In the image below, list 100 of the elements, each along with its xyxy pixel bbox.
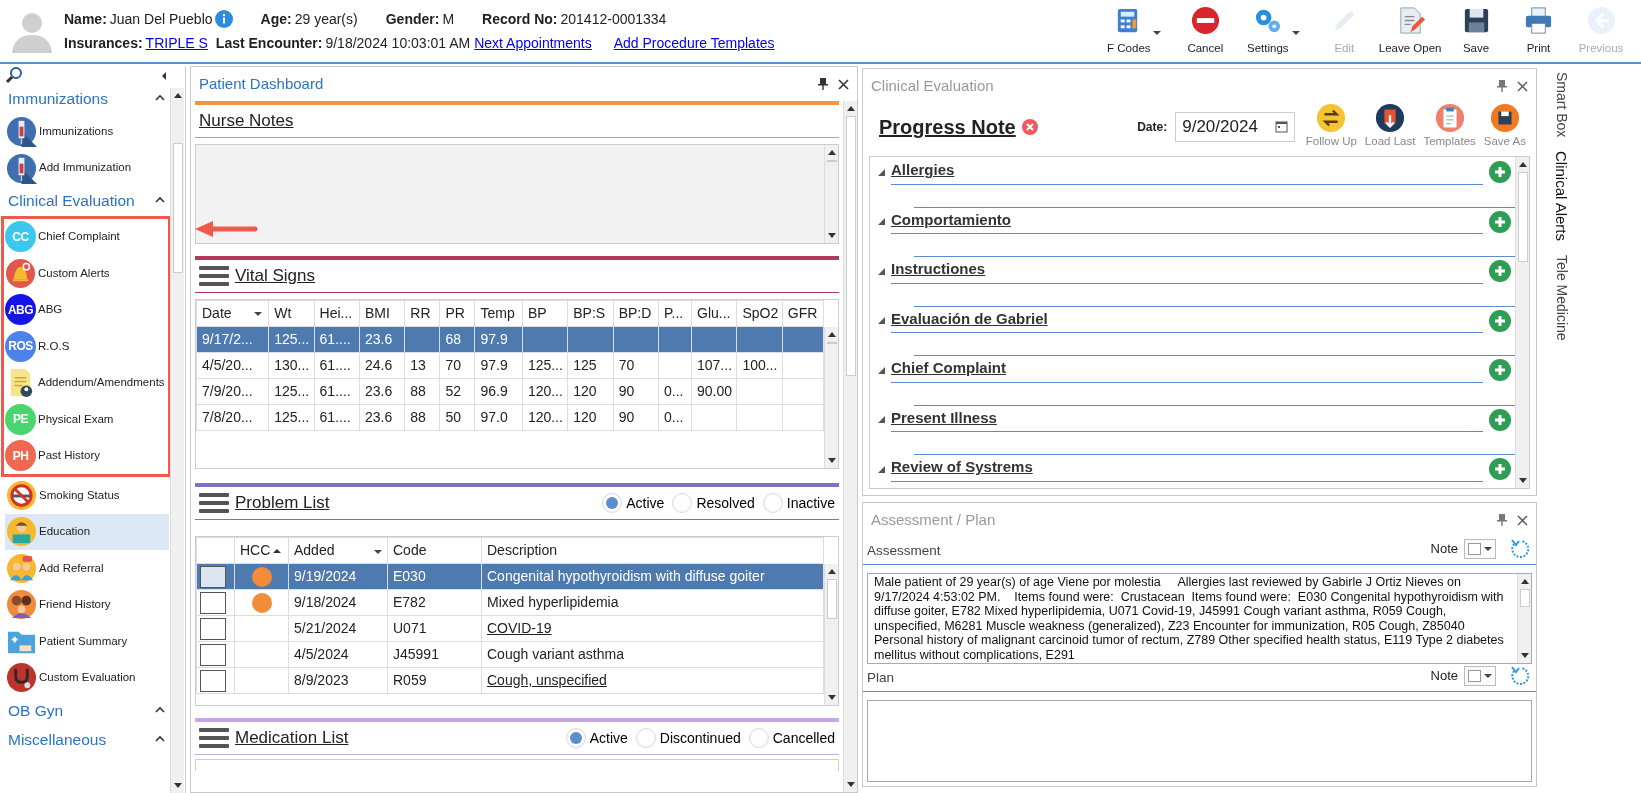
column-header[interactable]: Description <box>481 537 824 564</box>
note-dropdown[interactable] <box>1464 539 1496 559</box>
pin-icon[interactable] <box>818 78 828 90</box>
scrollbar[interactable] <box>170 88 184 793</box>
sidebar-item[interactable]: PH Past History <box>4 437 168 474</box>
radio-button[interactable] <box>672 493 693 513</box>
table-row[interactable]: 7/8/20... 125... 61.... 23.6 88 50 97.0 120... 120 90 0... <box>196 404 824 431</box>
column-header[interactable]: GFR <box>782 300 824 327</box>
column-header[interactable]: SpO2 <box>736 300 783 327</box>
radio-button[interactable] <box>748 728 769 748</box>
section-title[interactable]: Present Illness <box>891 406 1483 433</box>
add-icon[interactable] <box>1489 161 1511 183</box>
toolbar-button[interactable]: Cancel <box>1177 4 1234 58</box>
section-title[interactable]: Instructiones <box>891 258 1483 284</box>
column-header[interactable]: BP <box>522 300 568 327</box>
sidebar-item[interactable]: ABG ABG <box>4 291 168 328</box>
scrollbar[interactable] <box>824 327 838 468</box>
column-header[interactable]: BMI <box>359 300 405 327</box>
toolbar-button[interactable]: Settings <box>1239 4 1296 58</box>
add-icon[interactable] <box>1489 309 1511 332</box>
column-header[interactable]: BP:S <box>567 300 614 327</box>
sidebar-item[interactable]: Patient Summary <box>5 623 169 660</box>
radio-option[interactable]: Cancelled <box>748 727 835 749</box>
radio-button[interactable] <box>635 728 656 748</box>
checkbox[interactable] <box>200 617 226 640</box>
close-icon[interactable] <box>838 78 849 90</box>
action-button[interactable]: Templates <box>1419 103 1480 151</box>
dropdown-icon[interactable] <box>254 312 263 316</box>
expand-icon[interactable] <box>878 267 885 275</box>
checkbox[interactable] <box>200 669 226 692</box>
info-icon[interactable] <box>214 10 233 28</box>
expand-icon[interactable] <box>878 366 885 374</box>
menu-icon[interactable] <box>199 265 229 287</box>
chevron-up-icon[interactable] <box>155 93 165 103</box>
section-title[interactable]: Review of Systrems <box>891 456 1483 482</box>
plan-field[interactable] <box>867 700 1532 782</box>
group-header[interactable]: Immunizations <box>8 87 108 111</box>
column-header[interactable]: Hei... <box>314 300 360 327</box>
menu-icon[interactable] <box>199 727 229 749</box>
scrollbar[interactable] <box>1515 157 1529 488</box>
group-header[interactable]: Miscellaneous <box>8 728 107 752</box>
toolbar-button[interactable]: Save <box>1448 4 1504 58</box>
add-icon[interactable] <box>1489 210 1511 233</box>
action-button[interactable]: Follow Up <box>1301 103 1361 151</box>
close-icon[interactable] <box>1517 80 1528 92</box>
remove-icon[interactable] <box>1021 118 1038 135</box>
toolbar-button[interactable]: Leave Open <box>1378 4 1442 58</box>
radio-option[interactable]: Active <box>565 727 628 749</box>
section-title[interactable]: Chief Complaint <box>891 357 1483 383</box>
column-header[interactable]: RR <box>404 300 440 327</box>
column-header[interactable]: BP:D <box>613 300 659 327</box>
sidebar-item[interactable]: Add Immunization <box>5 149 169 187</box>
add-icon[interactable] <box>1489 260 1511 282</box>
add-icon[interactable] <box>1489 359 1511 381</box>
column-header[interactable]: Added <box>288 537 388 564</box>
side-tab[interactable]: Smart Box <box>1550 72 1572 138</box>
radio-option[interactable]: Discontinued <box>635 727 741 749</box>
table-row[interactable]: 9/17/2... 125... 61.... 23.6 68 97.9 <box>196 326 824 353</box>
sidebar-item[interactable]: ROS R.O.S <box>4 328 168 365</box>
expand-icon[interactable] <box>878 416 885 423</box>
header-link[interactable]: Add Procedure Templates <box>613 31 775 55</box>
radio-button[interactable] <box>762 493 783 513</box>
expand-icon[interactable] <box>878 465 885 473</box>
add-icon[interactable] <box>1489 458 1511 480</box>
search-icon[interactable] <box>5 66 23 84</box>
group-header[interactable]: Clinical Evaluation <box>8 189 135 213</box>
column-header[interactable]: Temp <box>474 300 523 327</box>
column-header[interactable]: PR <box>439 300 475 327</box>
section-title[interactable]: Evaluación de Gabriel <box>891 307 1483 334</box>
checkbox[interactable] <box>200 591 226 614</box>
scrollbar[interactable] <box>824 564 838 705</box>
refresh-icon[interactable] <box>1510 538 1532 560</box>
sidebar-item[interactable]: Custom Evaluation <box>5 659 169 696</box>
checkbox[interactable] <box>200 643 226 666</box>
refresh-icon[interactable] <box>1510 665 1532 687</box>
column-header[interactable]: Wt <box>268 300 315 327</box>
table-row[interactable]: 4/5/20... 130... 61.... 24.6 13 70 97.9 125... 125 70 107... 100... <box>196 352 824 379</box>
column-header[interactable]: P... <box>658 300 692 327</box>
description-link[interactable]: COVID-19 <box>487 620 552 636</box>
collapse-icon[interactable] <box>162 72 166 80</box>
column-header[interactable]: Glu... <box>691 300 737 327</box>
side-tab[interactable]: Tele Medicine <box>1550 255 1572 341</box>
checkbox[interactable] <box>200 565 226 588</box>
add-icon[interactable] <box>1489 408 1511 431</box>
radio-button[interactable] <box>565 728 586 748</box>
radio-option[interactable]: Inactive <box>762 492 835 514</box>
sidebar-item[interactable]: Education <box>5 513 169 550</box>
dropdown-icon[interactable] <box>374 550 382 554</box>
section-title[interactable]: Allergies <box>891 159 1483 185</box>
calendar-icon[interactable] <box>1275 120 1289 134</box>
toolbar-button[interactable]: F Codes <box>1100 4 1157 58</box>
insurance-link[interactable]: TRIPLE S <box>145 35 208 51</box>
column-header[interactable]: Code <box>387 537 482 564</box>
scrollbar[interactable] <box>843 101 857 792</box>
section-title[interactable]: Comportamiento <box>891 208 1483 235</box>
expand-icon[interactable] <box>878 218 885 225</box>
sidebar-item[interactable]: Immunizations <box>5 113 169 150</box>
group-header[interactable]: OB Gyn <box>8 699 64 723</box>
sidebar-item[interactable]: Custom Alerts <box>4 255 168 292</box>
sidebar-item[interactable]: Friend History <box>5 586 169 623</box>
